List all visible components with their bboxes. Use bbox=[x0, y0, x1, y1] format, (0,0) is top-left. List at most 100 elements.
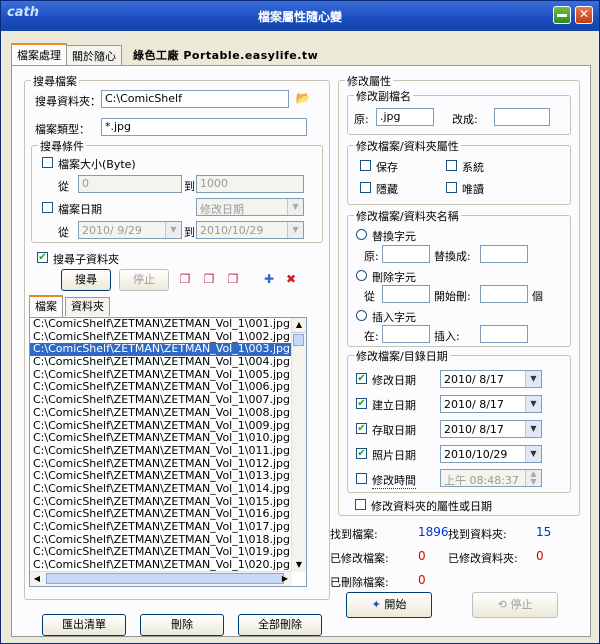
list-item[interactable]: C:\ComicShelf\ZETMAN\ZETMAN_Vol_1\008.jp… bbox=[30, 406, 306, 420]
date-mod-legend: 修改檔案/目錄日期 bbox=[354, 348, 450, 364]
stop-search-button[interactable]: 停止 bbox=[119, 269, 169, 291]
remove-button[interactable]: 刪除 bbox=[140, 614, 224, 636]
date-to-label: 到 bbox=[184, 226, 195, 239]
chevron-down-icon: ▼ bbox=[525, 396, 541, 412]
export-list-button[interactable]: 匯出清單 bbox=[42, 614, 126, 636]
date-checkbox-2[interactable]: ✔ bbox=[356, 423, 367, 434]
insert-at-field[interactable] bbox=[382, 325, 430, 343]
list-item[interactable]: C:\ComicShelf\ZETMAN\ZETMAN_Vol_1\011.jp… bbox=[30, 444, 306, 458]
delete-unit-label: 個 bbox=[532, 290, 543, 303]
date-checkbox-0[interactable]: ✔ bbox=[356, 373, 367, 384]
mod-folders-label: 已修改資料夾: bbox=[448, 552, 518, 565]
date-select-3[interactable]: 2010/10/29 ▼ bbox=[440, 445, 542, 463]
ext-orig-field[interactable]: .jpg bbox=[376, 108, 434, 126]
tab-files[interactable]: 檔案 bbox=[29, 295, 63, 317]
stop-button[interactable]: ⟲ 停止 bbox=[472, 592, 558, 618]
list-item[interactable]: C:\ComicShelf\ZETMAN\ZETMAN_Vol_1\001.jp… bbox=[30, 318, 306, 331]
horizontal-scrollbar[interactable]: ◀ ▶ bbox=[30, 571, 292, 586]
ext-new-field[interactable] bbox=[494, 108, 550, 126]
readonly-checkbox[interactable] bbox=[446, 182, 457, 193]
name-legend: 修改檔案/資料夾名稱 bbox=[354, 208, 461, 224]
hscroll-thumb[interactable] bbox=[46, 573, 284, 584]
folder-open-icon[interactable]: 📂 bbox=[295, 90, 311, 106]
chevron-down-icon: ▼ bbox=[165, 222, 181, 238]
list-item[interactable]: C:\ComicShelf\ZETMAN\ZETMAN_Vol_1\007.jp… bbox=[30, 393, 306, 407]
date-from-select[interactable]: 2010/ 9/29 ▼ bbox=[78, 221, 182, 239]
delete-radio[interactable] bbox=[356, 270, 367, 281]
paste-icon[interactable]: ❐ bbox=[225, 271, 241, 287]
date-checkbox-3[interactable]: ✔ bbox=[356, 448, 367, 459]
insert-text-field[interactable] bbox=[480, 325, 528, 343]
copy-all-icon[interactable]: ❐ bbox=[201, 271, 217, 287]
add-item-icon[interactable]: ✚ bbox=[261, 271, 277, 287]
size-to-field[interactable]: 1000 bbox=[196, 175, 304, 193]
replace-to-field[interactable] bbox=[480, 245, 528, 263]
date-label: 檔案日期 bbox=[58, 203, 102, 216]
date-checkbox[interactable] bbox=[42, 202, 53, 213]
scroll-down-icon[interactable]: ▼ bbox=[292, 558, 306, 572]
date-select-2[interactable]: 2010/ 8/17 ▼ bbox=[440, 420, 542, 438]
type-field[interactable]: *.jpg bbox=[101, 118, 307, 136]
date-checkbox-1[interactable]: ✔ bbox=[356, 398, 367, 409]
system-checkbox[interactable] bbox=[446, 160, 457, 171]
mod-files-count: 0 bbox=[418, 549, 426, 563]
scroll-left-icon[interactable]: ◀ bbox=[30, 572, 44, 586]
date-select-0[interactable]: 2010/ 8/17 ▼ bbox=[440, 370, 542, 388]
start-button[interactable]: ✦ 開始 bbox=[346, 592, 432, 618]
scroll-right-icon[interactable]: ▶ bbox=[278, 572, 292, 586]
insert-radio[interactable] bbox=[356, 310, 367, 321]
archive-checkbox[interactable] bbox=[360, 160, 371, 171]
size-from-label: 從 bbox=[58, 180, 69, 193]
delete-from-label: 從 bbox=[364, 290, 375, 303]
vertical-scrollbar[interactable]: ▲ ▼ bbox=[291, 318, 306, 572]
list-item[interactable]: C:\ComicShelf\ZETMAN\ZETMAN_Vol_1\017.jp… bbox=[30, 520, 306, 534]
found-files-count: 1896 bbox=[418, 525, 449, 539]
scroll-up-icon[interactable]: ▲ bbox=[292, 318, 306, 333]
search-legend: 搜尋檔案 bbox=[31, 73, 79, 89]
search-button[interactable]: 搜尋 bbox=[61, 269, 111, 291]
scroll-thumb[interactable] bbox=[293, 334, 304, 346]
time-checkbox[interactable] bbox=[356, 473, 367, 484]
folder-attr-label: 修改資料夾的屬性或日期 bbox=[371, 500, 492, 513]
size-from-field[interactable]: 0 bbox=[78, 175, 182, 193]
copy-icon[interactable]: ❐ bbox=[177, 271, 193, 287]
folder-attr-checkbox[interactable] bbox=[355, 499, 366, 510]
hidden-checkbox[interactable] bbox=[360, 182, 371, 193]
date-type-select[interactable]: 修改日期 ▼ bbox=[196, 198, 304, 216]
ext-legend: 修改副檔名 bbox=[354, 88, 413, 104]
file-list[interactable]: C:\ComicShelf\ZETMAN\ZETMAN_Vol_1\001.jp… bbox=[29, 317, 307, 587]
date-select-1[interactable]: 2010/ 8/17 ▼ bbox=[440, 395, 542, 413]
date-mod-group: 修改檔案/目錄日期 ✔ 修改日期 2010/ 8/17 ▼ ✔ 建立日期 2010/ 8/1… bbox=[347, 348, 571, 493]
list-item[interactable]: C:\ComicShelf\ZETMAN\ZETMAN_Vol_1\010.jp… bbox=[30, 431, 306, 445]
stop-label: 停止 bbox=[510, 598, 533, 611]
ext-orig-label: 原: bbox=[354, 113, 369, 126]
main-window: cath 檔案屬性隨心變 ✕ 檔案處理 關於隨心 綠色工廠 Portable.e… bbox=[0, 0, 600, 644]
remove-item-icon[interactable]: ✖ bbox=[283, 271, 299, 287]
date-to-select[interactable]: 2010/10/29 ▼ bbox=[196, 221, 304, 239]
remove-all-button[interactable]: 全部刪除 bbox=[238, 614, 322, 636]
list-item[interactable]: C:\ComicShelf\ZETMAN\ZETMAN_Vol_1\020.jp… bbox=[30, 558, 306, 572]
spin-icon[interactable]: ▲ ▼ bbox=[525, 470, 541, 486]
tab-folders[interactable]: 資料夾 bbox=[65, 297, 110, 316]
time-spinner[interactable]: 上午 08:48:37 ▲ ▼ bbox=[440, 469, 542, 487]
delete-count-field[interactable] bbox=[480, 285, 528, 303]
date-value-0: 2010/ 8/17 bbox=[444, 373, 504, 386]
replace-orig-field[interactable] bbox=[382, 245, 430, 263]
close-button[interactable]: ✕ bbox=[575, 6, 593, 24]
chevron-down-icon: ▼ bbox=[525, 421, 541, 437]
list-item[interactable]: C:\ComicShelf\ZETMAN\ZETMAN_Vol_1\004.jp… bbox=[30, 355, 306, 369]
folder-field[interactable]: C:\ComicShelf bbox=[101, 90, 289, 108]
minimize-button[interactable] bbox=[553, 6, 571, 24]
replace-radio[interactable] bbox=[356, 229, 367, 240]
subfolder-checkbox[interactable]: ✔ bbox=[37, 252, 48, 263]
ext-group: 修改副檔名 原: .jpg 改成: bbox=[347, 88, 571, 135]
modify-group: 修改屬性 修改副檔名 原: .jpg 改成: 修改檔案/資料夾屬性 保存 系統 … bbox=[338, 73, 580, 516]
insert-text-label: 插入: bbox=[434, 330, 460, 343]
delete-from-field[interactable] bbox=[382, 285, 430, 303]
attr-legend: 修改檔案/資料夾屬性 bbox=[354, 138, 461, 154]
search-group: 搜尋檔案 搜尋資料夾： C:\ComicShelf 📂 檔案類型： *.jpg … bbox=[24, 73, 330, 600]
list-item[interactable]: C:\ComicShelf\ZETMAN\ZETMAN_Vol_1\014.jp… bbox=[30, 482, 306, 496]
replace-orig-label: 原: bbox=[364, 250, 379, 263]
size-checkbox[interactable] bbox=[42, 157, 53, 168]
date-from-label: 從 bbox=[58, 226, 69, 239]
